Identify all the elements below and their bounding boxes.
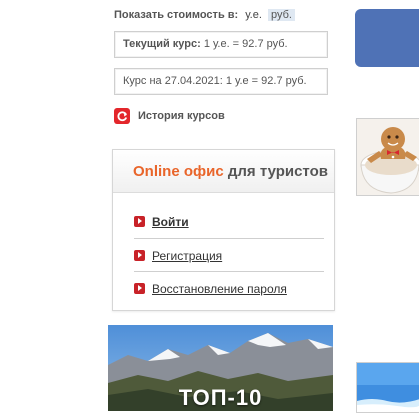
dated-rate-box: Курс на 27.04.2021: 1 у.е = 92.7 руб. [114, 68, 328, 95]
dated-rate-text: Курс на 27.04.2021: 1 у.е = 92.7 руб. [123, 75, 307, 87]
password-recovery-link-label: Восстановление пароля [152, 282, 287, 296]
online-office-title: Online офис для туристов [113, 150, 334, 193]
arrow-right-icon [134, 216, 145, 227]
divider [134, 238, 324, 239]
current-rate-value: 1 у.е. = 92.7 руб. [203, 38, 288, 50]
top10-banner[interactable]: ТОП-10 [108, 325, 333, 411]
login-link[interactable]: Войти [134, 215, 324, 229]
online-office-title-highlight: Online офис [133, 163, 224, 180]
sea-thumbnail[interactable] [356, 362, 419, 413]
currency-option-ue[interactable]: у.е. [245, 9, 262, 21]
arrow-right-icon [134, 250, 145, 261]
login-link-label: Войти [152, 215, 189, 229]
gingerbread-thumbnail[interactable] [356, 118, 419, 196]
blue-promo-tile[interactable] [355, 9, 419, 67]
currency-label: Показать стоимость в: [114, 9, 239, 21]
current-rate-box: Текущий курс: 1 у.е. = 92.7 руб. [114, 31, 328, 58]
current-rate-label: Текущий курс: [123, 38, 201, 50]
online-office-title-rest: для туристов [227, 163, 328, 180]
currency-option-rub[interactable]: руб. [267, 9, 295, 21]
divider [134, 271, 324, 272]
rate-history-label: История курсов [138, 109, 225, 122]
banner-title: ТОП-10 [178, 385, 263, 410]
currency-selector: Показать стоимость в: у.е. руб. [114, 9, 295, 21]
gingerbread-cup-image [357, 119, 419, 195]
rate-history-link[interactable]: История курсов [114, 108, 225, 124]
password-recovery-link[interactable]: Восстановление пароля [134, 282, 324, 296]
register-link[interactable]: Регистрация [134, 249, 324, 263]
sea-image [357, 363, 419, 412]
online-office-panel: Online офис для туристов Войти Регистрац… [112, 149, 335, 311]
arrow-right-icon [134, 283, 145, 294]
refresh-icon [114, 108, 130, 124]
register-link-label: Регистрация [152, 249, 223, 263]
